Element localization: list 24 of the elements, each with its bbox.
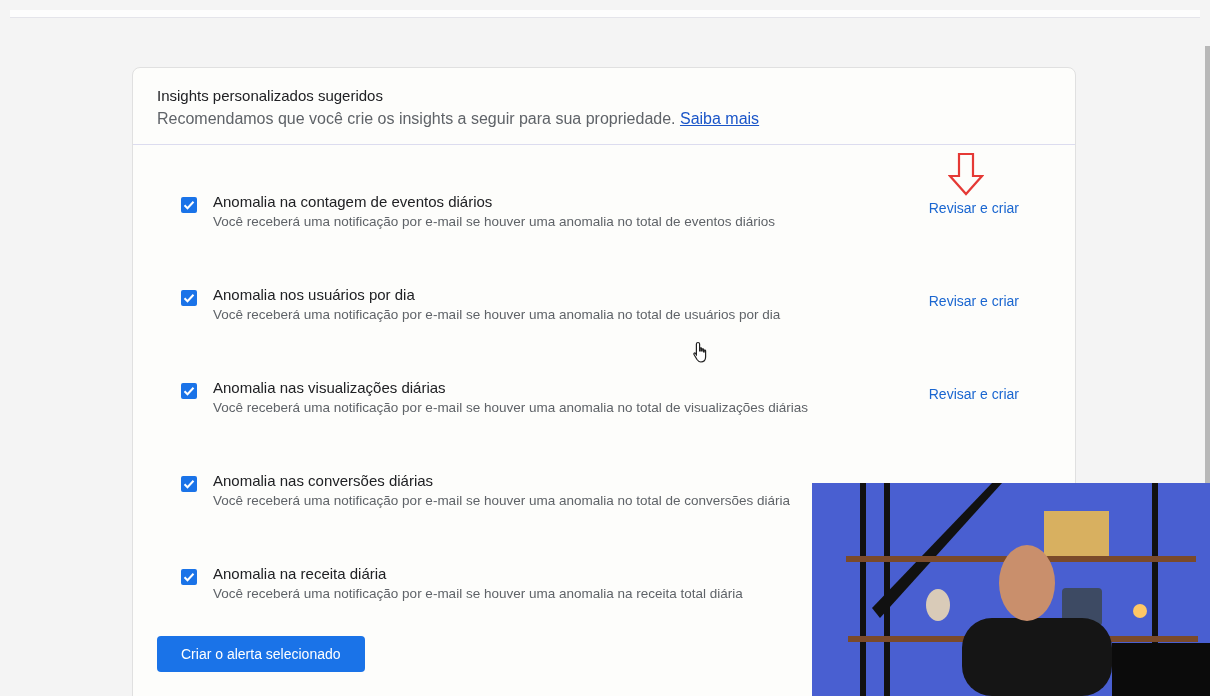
checkbox[interactable]	[181, 290, 197, 306]
insight-description: Você receberá uma notificação por e-mail se houver uma anomalia na receita total diária	[213, 586, 744, 601]
insight-title: Anomalia na receita diária	[213, 565, 388, 582]
insight-title: Anomalia nos usuários por dia	[213, 286, 416, 303]
review-and-create-link[interactable]: Revisar e criar	[928, 293, 1019, 309]
review-and-create-link[interactable]: Revisar e criar	[928, 386, 1019, 402]
learn-more-link[interactable]: Saiba mais	[679, 110, 760, 127]
insight-title: Anomalia nas visualizações diárias	[213, 379, 447, 396]
create-alert-button[interactable]: Criar o alerta selecionado	[157, 636, 365, 672]
checkbox[interactable]	[181, 383, 197, 399]
checkbox[interactable]	[181, 197, 197, 213]
card-description: Recomendamos que você crie os insights a seguir para sua propriedade. Saiba mais	[157, 110, 761, 128]
checkbox[interactable]	[181, 569, 197, 585]
insight-description: Você receberá uma notificação por e-mail se houver uma anomalia no total de eventos diários	[213, 214, 777, 229]
card-title: Insights personalizados sugeridos	[157, 87, 384, 104]
scrollbar[interactable]	[1205, 46, 1210, 483]
down-arrow-icon	[948, 152, 984, 196]
insight-description: Você receberá uma notificação por e-mail se houver uma anomalia no total de conversões diária	[213, 493, 792, 508]
insight-description: Você receberá uma notificação por e-mail se houver uma anomalia no total de visualizações diárias	[213, 400, 810, 415]
insight-title: Anomalia nas conversões diárias	[213, 472, 435, 489]
checkbox[interactable]	[181, 476, 197, 492]
review-and-create-link[interactable]: Revisar e criar	[928, 200, 1019, 216]
insight-title: Anomalia na contagem de eventos diários	[213, 193, 494, 210]
insight-description: Você receberá uma notificação por e-mail se houver uma anomalia no total de usuários por dia	[213, 307, 782, 322]
